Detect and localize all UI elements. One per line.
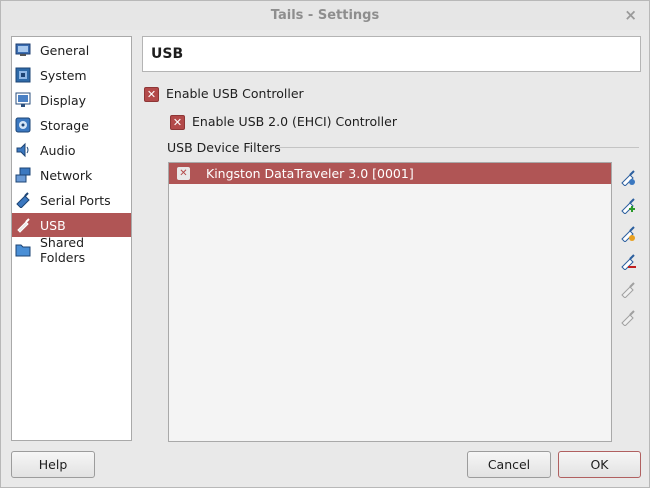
settings-category-list[interactable]: General System Display Storage Audio Net…	[11, 36, 132, 441]
enable-ehci-controller-label[interactable]: Enable USB 2.0 (EHCI) Controller	[192, 114, 397, 129]
remove-filter-button[interactable]	[618, 251, 638, 271]
close-icon[interactable]: ×	[624, 1, 637, 30]
filter-enabled-checkbox[interactable]: ✕	[177, 167, 190, 180]
page-title-box: USB	[142, 36, 641, 72]
sidebar-item-label: Storage	[40, 117, 89, 133]
display-icon	[15, 92, 31, 108]
sidebar-item-label: USB	[40, 217, 66, 233]
sidebar-item-shared-folders[interactable]: Shared Folders	[12, 235, 131, 265]
filter-name: Kingston DataTraveler 3.0 [0001]	[206, 166, 414, 181]
sidebar-item-network[interactable]: Network	[12, 163, 131, 187]
move-filter-down-icon	[621, 310, 635, 326]
page-title: USB	[151, 46, 184, 62]
help-button[interactable]: Help	[11, 451, 95, 478]
sidebar-item-label: Serial Ports	[40, 192, 111, 208]
cancel-button[interactable]: Cancel	[467, 451, 551, 478]
sidebar-item-general[interactable]: General	[12, 38, 131, 62]
edit-filter-icon	[621, 226, 635, 242]
usb-device-filters-label: USB Device Filters	[167, 140, 281, 155]
enable-usb-controller-label[interactable]: Enable USB Controller	[166, 86, 304, 101]
sidebar-item-label: Shared Folders	[40, 235, 86, 265]
network-icon	[15, 167, 31, 183]
sidebar-item-label: Display	[40, 92, 87, 108]
move-filter-down-button[interactable]	[618, 307, 638, 327]
shared-folders-icon	[15, 242, 31, 258]
move-filter-up-icon	[621, 282, 635, 298]
ok-button[interactable]: OK	[558, 451, 641, 478]
section-divider	[276, 147, 639, 148]
sidebar-item-system[interactable]: System	[12, 63, 131, 87]
sidebar-item-label: Network	[40, 167, 93, 183]
add-empty-filter-button[interactable]	[618, 167, 638, 187]
add-filter-from-device-icon	[621, 198, 635, 214]
sidebar-item-usb[interactable]: USB	[12, 213, 131, 237]
usb-icon	[15, 217, 31, 233]
storage-icon	[15, 117, 31, 133]
settings-window: Tails - Settings × General System Displa…	[0, 0, 650, 488]
sidebar-item-label: General	[40, 42, 90, 58]
usb-filter-row[interactable]: ✕ Kingston DataTraveler 3.0 [0001]	[169, 163, 611, 184]
sidebar-item-audio[interactable]: Audio	[12, 138, 131, 162]
sidebar-item-label: Audio	[40, 142, 76, 158]
usb-filter-list[interactable]: ✕ Kingston DataTraveler 3.0 [0001]	[168, 162, 612, 442]
edit-filter-button[interactable]	[618, 223, 638, 243]
add-empty-filter-icon	[621, 170, 635, 186]
general-icon	[15, 42, 31, 58]
enable-usb-controller-checkbox[interactable]: ✕	[144, 87, 159, 102]
system-icon	[15, 67, 31, 83]
enable-ehci-controller-checkbox[interactable]: ✕	[170, 115, 185, 130]
add-filter-from-device-button[interactable]	[618, 195, 638, 215]
audio-icon	[15, 142, 31, 158]
sidebar-item-serial-ports[interactable]: Serial Ports	[12, 188, 131, 212]
move-filter-up-button[interactable]	[618, 279, 638, 299]
sidebar-item-label: System	[40, 67, 87, 83]
sidebar-item-storage[interactable]: Storage	[12, 113, 131, 137]
remove-filter-icon	[621, 254, 636, 270]
serial-ports-icon	[15, 192, 31, 208]
title-bar[interactable]: Tails - Settings ×	[1, 1, 649, 30]
window-title: Tails - Settings	[270, 8, 380, 23]
sidebar-item-display[interactable]: Display	[12, 88, 131, 112]
